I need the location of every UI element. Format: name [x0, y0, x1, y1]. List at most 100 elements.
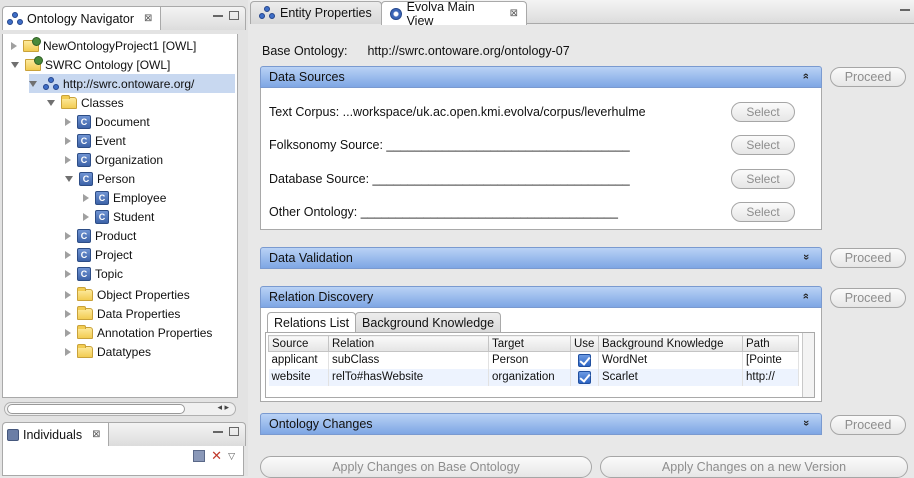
- expand-arrow-icon[interactable]: [65, 231, 71, 240]
- close-icon[interactable]: ⊠: [92, 429, 100, 440]
- tree-item[interactable]: C Topic: [65, 264, 123, 283]
- minimize-icon[interactable]: [213, 15, 223, 17]
- column-header-target[interactable]: Target: [488, 335, 571, 352]
- select-button-text-corpus[interactable]: Select: [731, 102, 795, 122]
- expand-arrow-icon[interactable]: [65, 155, 71, 164]
- collapse-arrow-icon[interactable]: [47, 99, 55, 106]
- table-row[interactable]: applicant subClass Person WordNet [Point…: [268, 351, 799, 369]
- use-checkbox[interactable]: [578, 353, 591, 367]
- proceed-button-data-validation[interactable]: Proceed: [830, 248, 906, 268]
- tree-item[interactable]: C Person: [65, 169, 135, 188]
- vertical-scrollbar[interactable]: [802, 333, 814, 397]
- tree-item[interactable]: NewOntologyProject1 [OWL]: [11, 36, 196, 55]
- column-header-source[interactable]: Source: [268, 335, 329, 352]
- class-icon: C: [79, 171, 93, 186]
- tree-item[interactable]: C Organization: [65, 150, 163, 169]
- select-button-other-ontology[interactable]: Select: [731, 202, 795, 222]
- class-icon: C: [77, 152, 91, 167]
- tree-item-label: Organization: [95, 152, 164, 167]
- collapse-arrow-icon[interactable]: [11, 61, 19, 68]
- project-icon: [23, 36, 41, 52]
- folksonomy-source-row: Folksonomy Source: _____________________…: [269, 138, 630, 152]
- cell-target: Person: [488, 351, 571, 369]
- section-relation-discovery-header[interactable]: Relation Discovery »: [260, 286, 822, 308]
- tree-item[interactable]: SWRC Ontology [OWL]: [11, 55, 170, 74]
- base-ontology-label: Base Ontology:: [262, 44, 348, 58]
- section-data-sources-header[interactable]: Data Sources »: [260, 66, 822, 88]
- maximize-icon[interactable]: [229, 11, 239, 20]
- proceed-button-data-sources[interactable]: Proceed: [830, 67, 906, 87]
- tab-entity-properties[interactable]: Entity Properties: [250, 1, 382, 24]
- select-button-database[interactable]: Select: [731, 169, 795, 189]
- scroll-arrows-icon[interactable]: ◂ ▸: [217, 402, 229, 413]
- tree-item-selected[interactable]: http://swrc.ontoware.org/: [29, 74, 235, 93]
- scrollbar-thumb[interactable]: [7, 404, 185, 414]
- expand-arrow-icon[interactable]: [83, 193, 89, 202]
- expand-chevron-icon[interactable]: »: [800, 254, 812, 260]
- folder-icon: [77, 305, 93, 320]
- column-header-use[interactable]: Use: [570, 335, 599, 352]
- tree-item[interactable]: Classes: [47, 93, 124, 112]
- ontology-tree: NewOntologyProject1 [OWL] SWRC Ontology …: [2, 34, 238, 398]
- close-icon[interactable]: ⊠: [144, 13, 152, 24]
- section-ontology-changes-header[interactable]: Ontology Changes »: [260, 413, 822, 435]
- apply-changes-base-button[interactable]: Apply Changes on Base Ontology: [260, 456, 592, 478]
- section-title: Ontology Changes: [269, 417, 373, 431]
- tree-item[interactable]: C Employee: [83, 188, 166, 207]
- collapse-chevron-icon[interactable]: »: [800, 293, 812, 299]
- minimize-icon[interactable]: [213, 431, 223, 433]
- add-individual-icon[interactable]: [193, 450, 206, 462]
- expand-arrow-icon[interactable]: [65, 347, 71, 356]
- use-checkbox[interactable]: [578, 370, 591, 384]
- expand-arrow-icon[interactable]: [11, 41, 17, 50]
- select-button-folksonomy[interactable]: Select: [731, 135, 795, 155]
- section-data-validation-header[interactable]: Data Validation »: [260, 247, 822, 269]
- expand-arrow-icon[interactable]: [65, 269, 71, 278]
- expand-arrow-icon[interactable]: [65, 250, 71, 259]
- tree-item[interactable]: C Project: [65, 245, 132, 264]
- delete-icon[interactable]: ✕: [211, 449, 222, 462]
- collapse-chevron-icon[interactable]: »: [800, 73, 812, 79]
- tab-ontology-navigator[interactable]: Ontology Navigator ⊠: [3, 7, 162, 30]
- tab-background-knowledge[interactable]: Background Knowledge: [355, 312, 502, 332]
- apply-changes-new-version-button[interactable]: Apply Changes on a new Version: [600, 456, 908, 478]
- relation-tabs: Relations List Background Knowledge: [267, 312, 502, 332]
- collapse-arrow-icon[interactable]: [65, 175, 73, 182]
- expand-arrow-icon[interactable]: [65, 117, 71, 126]
- tab-label: Individuals: [23, 427, 83, 442]
- tab-individuals[interactable]: Individuals ⊠: [3, 423, 110, 446]
- close-icon[interactable]: ⊠: [510, 8, 518, 19]
- tree-item[interactable]: Annotation Properties: [65, 323, 212, 342]
- tree-item[interactable]: Object Properties: [65, 285, 190, 304]
- column-header-background-knowledge[interactable]: Background Knowledge: [598, 335, 743, 352]
- maximize-icon[interactable]: [229, 427, 239, 436]
- tree-item-label: SWRC Ontology [OWL]: [45, 57, 171, 72]
- horizontal-scrollbar[interactable]: ◂ ▸: [4, 402, 236, 416]
- expand-arrow-icon[interactable]: [65, 328, 71, 337]
- tree-item[interactable]: C Document: [65, 112, 150, 131]
- tab-evolva-main-view[interactable]: Evolva Main View ⊠: [381, 0, 527, 28]
- tree-item[interactable]: C Event: [65, 131, 126, 150]
- minimize-icon[interactable]: [900, 9, 910, 11]
- view-menu-icon[interactable]: ▽: [228, 451, 235, 462]
- proceed-button-relation-discovery[interactable]: Proceed: [830, 288, 906, 308]
- tree-item[interactable]: Datatypes: [65, 342, 151, 361]
- table-row[interactable]: website relTo#hasWebsite organization Sc…: [268, 368, 799, 386]
- tree-item[interactable]: C Student: [83, 207, 154, 226]
- individuals-toolbar: ✕ ▽: [193, 449, 235, 462]
- column-header-relation[interactable]: Relation: [328, 335, 489, 352]
- tab-relations-list[interactable]: Relations List: [267, 312, 357, 332]
- proceed-button-ontology-changes[interactable]: Proceed: [830, 415, 906, 435]
- expand-arrow-icon[interactable]: [65, 309, 71, 318]
- collapse-arrow-icon[interactable]: [29, 80, 37, 87]
- class-icon: C: [77, 247, 91, 262]
- cell-path: http://: [742, 368, 799, 386]
- tree-item[interactable]: Data Properties: [65, 304, 180, 323]
- expand-arrow-icon[interactable]: [83, 212, 89, 221]
- column-header-path[interactable]: Path: [742, 335, 799, 352]
- expand-chevron-icon[interactable]: »: [800, 420, 812, 426]
- database-source-row: Database Source: _______________________…: [269, 172, 630, 186]
- tree-item[interactable]: C Product: [65, 226, 136, 245]
- expand-arrow-icon[interactable]: [65, 290, 71, 299]
- expand-arrow-icon[interactable]: [65, 136, 71, 145]
